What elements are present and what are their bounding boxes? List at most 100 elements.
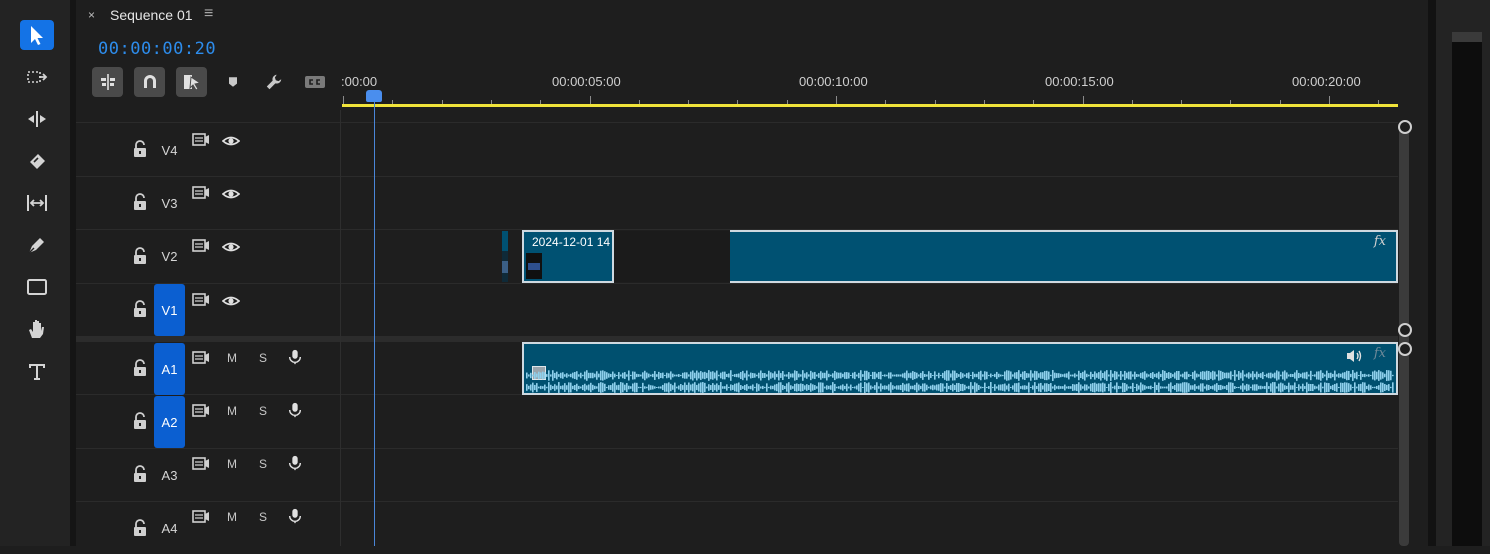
linked-selection-button[interactable] (176, 67, 207, 97)
playhead-timecode[interactable]: 00:00:00:20 (98, 39, 216, 59)
waveform-sample (1138, 385, 1140, 390)
nest-toggle-button[interactable] (92, 67, 123, 97)
waveform-sample (528, 374, 530, 377)
solo-button[interactable]: S (259, 510, 267, 524)
scroll-handle[interactable] (1398, 120, 1412, 134)
solo-button[interactable]: S (259, 351, 267, 365)
waveform-sample (756, 383, 758, 392)
eye-icon[interactable] (222, 186, 240, 202)
mute-button[interactable]: M (227, 404, 237, 418)
type-tool[interactable] (20, 356, 54, 386)
lock-open-icon[interactable] (132, 359, 148, 377)
microphone-icon[interactable] (286, 508, 304, 524)
playhead-line[interactable] (374, 96, 375, 546)
pen-tool[interactable] (20, 230, 54, 260)
track-target-a2[interactable]: A2 (154, 396, 185, 448)
add-marker-button[interactable] (222, 72, 244, 92)
mute-button[interactable]: M (227, 457, 237, 471)
microphone-icon[interactable] (286, 349, 304, 365)
track-label-v4[interactable]: V4 (154, 124, 185, 176)
waveform-sample (1090, 383, 1092, 392)
microphone-icon[interactable] (286, 402, 304, 418)
waveform-sample (1028, 382, 1030, 393)
sync-lock-icon[interactable] (192, 350, 210, 366)
waveform-sample (868, 372, 870, 379)
sync-lock-icon[interactable] (192, 456, 210, 472)
eye-icon[interactable] (222, 133, 240, 149)
audio-clip[interactable]: fx (522, 342, 1398, 395)
waveform-sample (758, 372, 760, 379)
waveform-sample (1042, 372, 1044, 379)
header-divider (340, 110, 341, 546)
waveform-sample (960, 384, 962, 391)
lock-open-icon[interactable] (132, 140, 148, 158)
track-select-forward-tool[interactable] (20, 62, 54, 92)
sync-lock-icon[interactable] (192, 403, 210, 419)
mute-button[interactable]: M (227, 510, 237, 524)
track-label-a4[interactable]: A4 (154, 502, 185, 554)
panel-menu-icon[interactable]: ≡ (204, 5, 213, 23)
lock-open-icon[interactable] (132, 300, 148, 318)
scroll-handle[interactable] (1398, 342, 1412, 356)
slip-tool[interactable] (20, 188, 54, 218)
waveform-sample (560, 372, 562, 379)
lock-open-icon[interactable] (132, 412, 148, 430)
mute-button[interactable]: M (227, 351, 237, 365)
waveform-sample (728, 386, 730, 389)
lock-open-icon[interactable] (132, 519, 148, 537)
eye-icon[interactable] (222, 239, 240, 255)
track-target-a1[interactable]: A1 (154, 343, 185, 395)
track-target-v1[interactable]: V1 (154, 284, 185, 336)
playhead-handle[interactable] (366, 90, 382, 102)
hand-tool[interactable] (20, 314, 54, 344)
sequence-tab-title[interactable]: Sequence 01 (110, 7, 193, 23)
eye-icon[interactable] (222, 293, 240, 309)
waveform-sample (1084, 370, 1086, 381)
waveform-sample (626, 383, 628, 392)
waveform-sample (602, 370, 604, 381)
lock-open-icon[interactable] (132, 247, 148, 265)
waveform-sample (778, 382, 780, 393)
waveform-sample (872, 371, 874, 380)
waveform-sample (1340, 382, 1342, 393)
waveform-sample (1146, 386, 1148, 389)
solo-button[interactable]: S (259, 457, 267, 471)
snap-button[interactable] (134, 67, 165, 97)
selection-tool[interactable] (20, 20, 54, 50)
panel-divider[interactable] (1428, 0, 1436, 546)
razor-tool[interactable] (20, 146, 54, 176)
clip-gap[interactable] (614, 231, 730, 282)
waveform-sample (1244, 385, 1246, 390)
ruler-tick (688, 100, 689, 104)
sync-lock-icon[interactable] (192, 292, 210, 308)
video-clip-fragment[interactable] (502, 231, 508, 282)
track-label-v2[interactable]: V2 (154, 230, 185, 282)
lock-open-icon[interactable] (132, 465, 148, 483)
waveform-sample (1272, 373, 1274, 378)
waveform-sample (1026, 373, 1028, 378)
rectangle-tool[interactable] (20, 272, 54, 302)
captions-button[interactable] (304, 72, 326, 92)
waveform-sample (844, 385, 846, 390)
video-clip[interactable]: 2024-12-01 14 (522, 230, 614, 283)
waveform-sample (814, 385, 816, 390)
waveform-sample (1164, 386, 1166, 389)
waveform-sample (932, 384, 934, 391)
video-clip[interactable]: fx (730, 230, 1398, 283)
track-label-a3[interactable]: A3 (154, 449, 185, 501)
sync-lock-icon[interactable] (192, 238, 210, 254)
sync-lock-icon[interactable] (192, 509, 210, 525)
microphone-icon[interactable] (286, 455, 304, 471)
solo-button[interactable]: S (259, 404, 267, 418)
sync-lock-icon[interactable] (192, 185, 210, 201)
track-label-v3[interactable]: V3 (154, 177, 185, 229)
timeline-settings-button[interactable] (263, 72, 285, 92)
scroll-handle[interactable] (1398, 323, 1412, 337)
ripple-edit-tool[interactable] (20, 104, 54, 134)
lock-open-icon[interactable] (132, 193, 148, 211)
waveform-sample (1016, 383, 1018, 392)
sync-lock-icon[interactable] (192, 132, 210, 148)
close-tab-button[interactable]: × (88, 8, 95, 22)
work-area-bar[interactable] (342, 104, 1398, 107)
waveform-sample (1172, 374, 1174, 377)
